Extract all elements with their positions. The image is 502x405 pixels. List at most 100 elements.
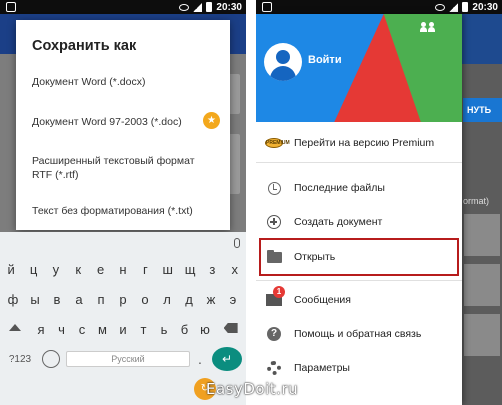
keyboard-key[interactable]: ж (200, 292, 222, 307)
eye-icon (435, 3, 446, 11)
keyboard-key[interactable]: з (201, 262, 223, 277)
menu-item-recent-files[interactable]: Последние файлы (256, 173, 462, 203)
keyboard-key[interactable]: ы (24, 292, 46, 307)
keyboard-key[interactable]: р (112, 292, 134, 307)
menu-item-label: Последние файлы (294, 182, 385, 194)
enter-key-icon[interactable]: ↵ (212, 347, 242, 371)
battery-icon (462, 2, 469, 12)
avatar-icon[interactable] (264, 43, 302, 81)
keyboard-key[interactable]: г (134, 262, 156, 277)
menu-item-label: Сообщения (294, 294, 351, 306)
background-format-text: ormat) (463, 196, 490, 206)
keyboard-bottom-row: ?123 Русский . ↵ (0, 344, 246, 374)
keyboard-key[interactable]: э (222, 292, 244, 307)
keyboard-key[interactable]: а (68, 292, 90, 307)
keyboard-key[interactable]: у (45, 262, 67, 277)
suggestion-bar (0, 232, 246, 254)
battery-icon (206, 2, 213, 12)
keyboard-key[interactable]: ф (2, 292, 24, 307)
menu-item-label: Помощь и обратная связь (294, 328, 422, 340)
right-phone-screen: 20:30 НУТЬ ormat) Войти PREMIUM Перейти … (256, 0, 502, 405)
backspace-key-icon[interactable] (215, 322, 246, 336)
emoji-key-icon[interactable] (42, 350, 60, 368)
keyboard-row-2: фывапролджэ (0, 284, 246, 314)
keyboard-key[interactable]: б (174, 322, 195, 337)
keyboard-key[interactable]: д (178, 292, 200, 307)
keyboard-key[interactable]: я (31, 322, 52, 337)
keyboard-key[interactable]: ч (51, 322, 72, 337)
keyboard-key[interactable]: х (224, 262, 246, 277)
option-docx[interactable]: Документ Word (*.docx) (32, 75, 216, 89)
background-app: НУТЬ ormat) (461, 14, 502, 405)
status-time: 20:30 (472, 1, 498, 13)
space-key[interactable]: Русский (66, 351, 190, 367)
clock-icon (267, 181, 281, 195)
menu-item-label: Создать документ (294, 216, 383, 228)
menu-item-label: Открыть (294, 251, 336, 263)
keyboard-key[interactable]: м (92, 322, 113, 337)
navigation-drawer: Войти PREMIUM Перейти на версию Premium … (256, 14, 462, 405)
mail-icon: 1 (266, 286, 285, 306)
background-card (464, 314, 500, 356)
keyboard-key[interactable]: ю (195, 322, 216, 337)
background-card (464, 264, 500, 306)
keyboard-key[interactable]: ь (154, 322, 175, 337)
keyboard-key[interactable]: щ (179, 262, 201, 277)
option-doc[interactable]: Документ Word 97-2003 (*.doc) ★ (32, 112, 220, 129)
background-card (464, 214, 500, 256)
dot-key[interactable]: . (190, 351, 210, 367)
menu-item-help[interactable]: ? Помощь и обратная связь (256, 319, 462, 349)
background-action-button[interactable]: НУТЬ (463, 98, 502, 122)
keyboard-key[interactable]: и (113, 322, 134, 337)
save-as-dialog: Сохранить как Документ Word (*.docx) Док… (16, 20, 230, 230)
symbols-key[interactable]: ?123 (4, 354, 36, 365)
menu-item-label: Параметры (294, 362, 350, 374)
drawer-header: Войти (256, 14, 462, 122)
menu-divider (256, 162, 462, 163)
keyboard-key[interactable]: й (0, 262, 22, 277)
menu-item-create-document[interactable]: Создать документ (256, 207, 462, 237)
watermark-text: EasyDoit.ru (206, 380, 299, 398)
keyboard-key[interactable]: т (133, 322, 154, 337)
status-bar: 20:30 (0, 0, 246, 14)
option-txt[interactable]: Текст без форматирования (*.txt) (32, 204, 216, 218)
keyboard-key[interactable]: о (134, 292, 156, 307)
keyboard-key[interactable]: е (89, 262, 111, 277)
left-phone-screen: 20:30 Сохранить как Документ Word (*.doc… (0, 0, 246, 405)
background-app-bar (461, 14, 502, 64)
gear-icon (267, 361, 281, 375)
keyboard-key[interactable]: ш (157, 262, 179, 277)
keyboard-key[interactable]: с (72, 322, 93, 337)
menu-item-messages[interactable]: 1 Сообщения (256, 285, 462, 315)
login-link[interactable]: Войти (308, 54, 342, 66)
dialog-title: Сохранить как (32, 38, 137, 54)
shift-key-icon[interactable] (0, 322, 31, 336)
help-icon: ? (267, 327, 281, 341)
premium-icon: PREMIUM (265, 138, 290, 148)
messages-badge: 1 (273, 286, 285, 298)
menu-item-open[interactable]: Открыть (256, 242, 462, 272)
premium-star-icon: ★ (203, 112, 220, 129)
folder-icon (266, 249, 282, 263)
add-circle-icon (267, 215, 281, 229)
microphone-icon[interactable] (234, 238, 240, 248)
keyboard-key[interactable]: ц (22, 262, 44, 277)
keyboard-key[interactable]: в (46, 292, 68, 307)
keyboard-key[interactable]: п (90, 292, 112, 307)
keyboard-key[interactable]: н (112, 262, 134, 277)
keyboard-key[interactable]: л (156, 292, 178, 307)
option-rtf[interactable]: Расширенный текстовый формат RTF (*.rtf) (32, 154, 212, 182)
option-doc-label: Документ Word 97-2003 (*.doc) (32, 116, 182, 128)
notification-icon (6, 2, 16, 12)
menu-item-settings[interactable]: Параметры (256, 353, 462, 383)
keyboard-key[interactable]: к (67, 262, 89, 277)
menu-item-premium[interactable]: PREMIUM Перейти на версию Premium (256, 128, 462, 158)
keyboard-row-3: ячсмитьбю (0, 314, 246, 344)
menu-divider (256, 280, 462, 281)
notification-icon (262, 2, 272, 12)
eye-icon (179, 3, 190, 11)
accounts-icon[interactable] (420, 22, 436, 32)
keyboard-row-1: йцукенгшщзх (0, 254, 246, 284)
status-bar: 20:30 (256, 0, 502, 14)
watermark: ↻ EasyDoit.ru (194, 378, 346, 400)
